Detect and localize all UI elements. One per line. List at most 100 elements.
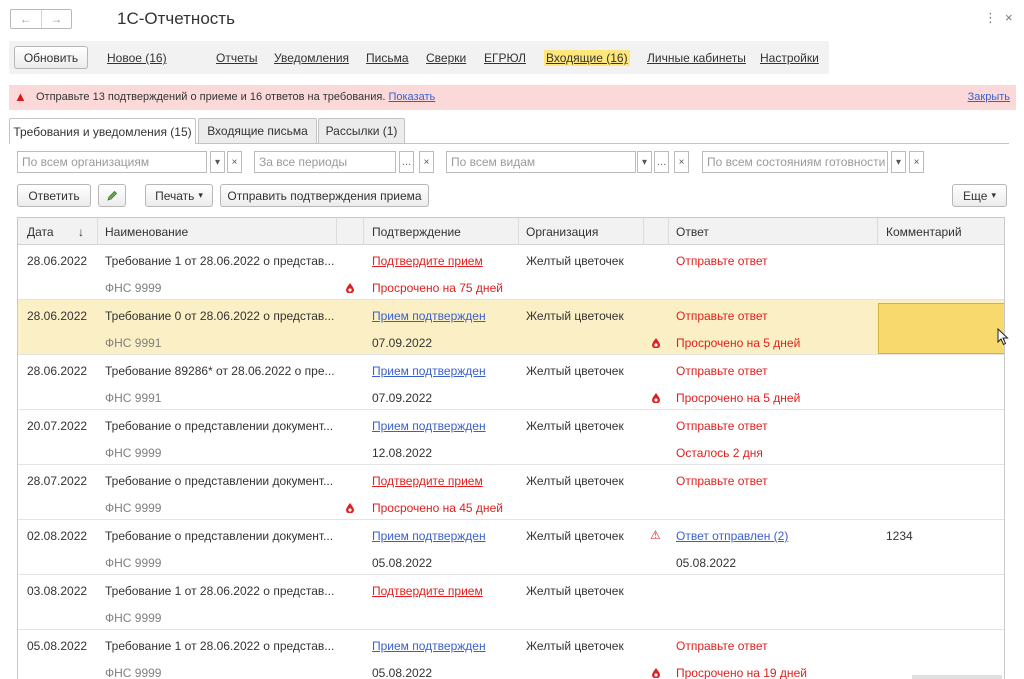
more-button[interactable]: Еще ▾ [952,184,1007,207]
table-row[interactable]: 02.08.2022 Требование о представлении док… [18,520,1004,575]
close-icon[interactable]: × [1005,10,1013,25]
cell-confirmation[interactable]: Подтвердите прием [372,584,483,598]
cell-sender: ФНС 9999 [105,446,162,460]
cell-name[interactable]: Требование о представлении документ... [105,419,333,433]
cell-confirmation[interactable]: Прием подтвержден [372,309,486,323]
column-confirmation[interactable]: Подтверждение [372,225,461,239]
cell-answer: Отправьте ответ [676,474,768,488]
cell-organization: Желтый цветочек [526,639,624,653]
column-comment[interactable]: Комментарий [886,225,962,239]
cell-name[interactable]: Требование 1 от 28.06.2022 о представ... [105,584,334,598]
nav-new[interactable]: Новое (16) [107,51,167,65]
warning-icon: ▲ [14,89,27,104]
send-confirmations-button[interactable]: Отправить подтверждения приема [220,184,429,207]
alert-close-link[interactable]: Закрыть [968,91,1010,103]
refresh-button[interactable]: Обновить [14,46,88,69]
cell-date: 05.08.2022 [27,639,88,653]
history-nav: ← → [10,9,72,29]
reply-button[interactable]: Ответить [17,184,91,207]
period-filter[interactable]: За все периоды [254,151,396,173]
kind-filter[interactable]: По всем видам [446,151,636,173]
cell-confirmation[interactable]: Прием подтвержден [372,364,486,378]
cell-confirmation[interactable]: Прием подтвержден [372,529,486,543]
column-date[interactable]: Дата [27,225,54,239]
nav-incoming[interactable]: Входящие (16) [544,50,630,66]
cell-confirmation-status: 05.08.2022 [372,666,433,679]
cell-organization: Желтый цветочек [526,584,624,598]
print-label: Печать [155,188,195,203]
cell-name[interactable]: Требование 1 от 28.06.2022 о представ... [105,254,334,268]
cell-answer: Отправьте ответ [676,639,768,653]
cell-date: 28.07.2022 [27,474,88,488]
table-row[interactable]: 05.08.2022 Требование 1 от 28.06.2022 о п… [18,630,1004,679]
horizontal-scrollbar[interactable] [912,675,1002,679]
cell-comment: 1234 [886,529,913,543]
period-clear-icon[interactable]: × [419,151,434,173]
alert-show-link[interactable]: Показать [388,91,435,103]
cell-name[interactable]: Требование 89286* от 28.06.2022 о пре... [105,364,335,378]
cell-date: 03.08.2022 [27,584,88,598]
nav-letters[interactable]: Письма [366,51,409,65]
cell-name[interactable]: Требование о представлении документ... [105,474,333,488]
cell-organization: Желтый цветочек [526,529,624,543]
organization-dropdown-icon[interactable]: ▾ [210,151,225,173]
drop-icon [652,393,660,403]
cell-confirmation[interactable]: Подтвердите прием [372,254,483,268]
nav-notifications[interactable]: Уведомления [274,51,349,65]
cell-name[interactable]: Требование 1 от 28.06.2022 о представ... [105,639,334,653]
kind-select-icon[interactable]: … [654,151,669,173]
tab-requirements[interactable]: Требования и уведомления (15) [9,118,196,144]
kind-dropdown-icon[interactable]: ▾ [637,151,652,173]
more-menu-icon[interactable]: ⋮ [984,10,997,26]
column-name[interactable]: Наименование [105,225,188,239]
cell-date: 28.06.2022 [27,254,88,268]
nav-reports[interactable]: Отчеты [216,51,257,65]
alert-banner: ▲ Отправьте 13 подтверждений о приеме и … [9,85,1016,110]
cell-organization: Желтый цветочек [526,364,624,378]
organization-filter[interactable]: По всем организациям [17,151,207,173]
period-select-icon[interactable]: … [399,151,414,173]
comment-cell-selected[interactable] [878,303,1004,354]
forward-button[interactable]: → [40,10,72,28]
cell-answer-status: Осталось 2 дня [676,446,763,460]
back-button[interactable]: ← [11,10,41,28]
state-clear-icon[interactable]: × [909,151,924,173]
table-row[interactable]: 28.06.2022 Требование 89286* от 28.06.202… [18,355,1004,410]
table-row[interactable]: 20.07.2022 Требование о представлении док… [18,410,1004,465]
table-row[interactable]: 03.08.2022 Требование 1 от 28.06.2022 о п… [18,575,1004,630]
table-row[interactable]: 28.06.2022 Требование 1 от 28.06.2022 о п… [18,245,1004,300]
table-row[interactable]: 28.07.2022 Требование о представлении док… [18,465,1004,520]
window-title: 1С-Отчетность [117,9,235,28]
cell-confirmation[interactable]: Прием подтвержден [372,419,486,433]
nav-reconciliations[interactable]: Сверки [426,51,466,65]
nav-egrul[interactable]: ЕГРЮЛ [484,51,526,65]
cell-organization: Желтый цветочек [526,309,624,323]
cell-sender: ФНС 9999 [105,611,162,625]
cell-answer: Отправьте ответ [676,419,768,433]
pencil-icon [107,190,118,201]
column-answer[interactable]: Ответ [676,225,709,239]
edit-button[interactable] [98,184,126,207]
cell-answer: Отправьте ответ [676,309,768,323]
app-window: ← → 1С-Отчетность ⋮ × Обновить Новое (16… [0,0,1024,679]
cell-name[interactable]: Требование 0 от 28.06.2022 о представ... [105,309,334,323]
table-row[interactable]: 28.06.2022 Требование 0 от 28.06.2022 о п… [18,300,1004,355]
organization-clear-icon[interactable]: × [227,151,242,173]
nav-settings[interactable]: Настройки [760,51,819,65]
drop-icon [652,338,660,348]
state-filter[interactable]: По всем состояниям готовности [702,151,888,173]
tab-mailings[interactable]: Рассылки (1) [318,118,405,143]
cell-answer: Отправьте ответ [676,364,768,378]
state-dropdown-icon[interactable]: ▾ [891,151,906,173]
cell-name[interactable]: Требование о представлении документ... [105,529,333,543]
cell-confirmation[interactable]: Прием подтвержден [372,639,486,653]
nav-personal-accounts[interactable]: Личные кабинеты [647,51,746,65]
cell-answer[interactable]: Ответ отправлен (2) [676,529,788,543]
print-button[interactable]: Печать ▾ [145,184,213,207]
cell-answer-status: 05.08.2022 [676,556,737,570]
tab-incoming-letters[interactable]: Входящие письма [198,118,317,143]
column-organization[interactable]: Организация [526,225,598,239]
mouse-cursor-icon [997,328,1009,346]
kind-clear-icon[interactable]: × [674,151,689,173]
cell-confirmation[interactable]: Подтвердите прием [372,474,483,488]
